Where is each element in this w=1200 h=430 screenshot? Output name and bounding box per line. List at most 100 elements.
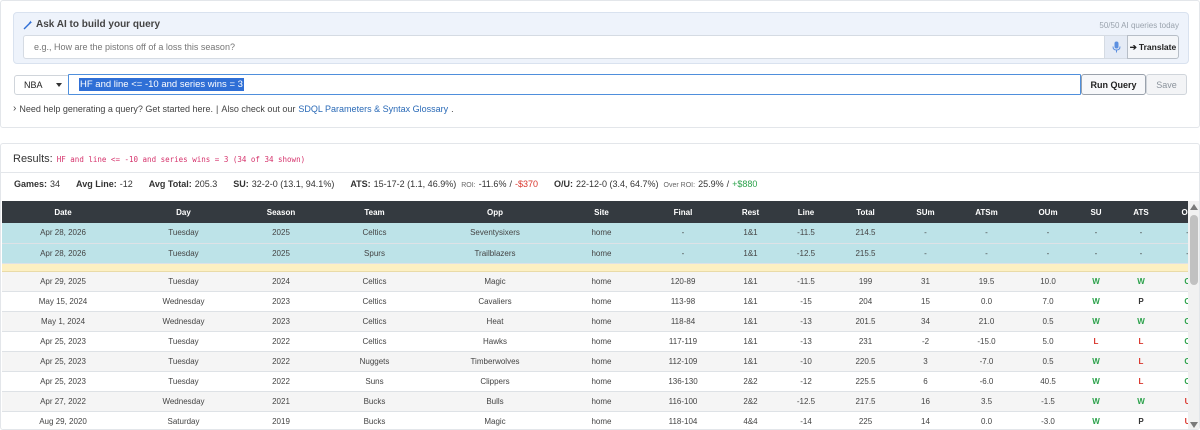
cell-team: Celtics [319, 291, 430, 312]
cell-final: 113-98 [643, 291, 723, 312]
column-header-final[interactable]: Final [643, 201, 723, 223]
summary-avg-line: Avg Line: -12 [76, 179, 133, 189]
cell-team: Bucks [319, 391, 430, 412]
league-select[interactable]: NBA [14, 75, 70, 95]
cell-atsm: 3.5 [954, 391, 1019, 412]
table-row: Apr 29, 2025 Tuesday 2024 Celtics Magic home 1… [2, 271, 1188, 292]
arrow-right-icon: ➔ [1129, 41, 1137, 52]
cell-season: 2021 [243, 391, 319, 412]
column-header-ats[interactable]: ATS [1115, 201, 1167, 223]
summary-ou-sep: / [726, 179, 730, 189]
cell-oum: 5.0 [1019, 331, 1077, 352]
cell-team: Celtics [319, 271, 430, 292]
cell-ou: O [1167, 311, 1188, 332]
save-button[interactable]: Save [1146, 74, 1187, 95]
cell-oum: 0.5 [1019, 311, 1077, 332]
cell-line: -14 [778, 411, 834, 429]
cell-su: L [1077, 331, 1115, 352]
cell-atsm: 0.0 [954, 291, 1019, 312]
cell-opp: Trailblazers [430, 243, 560, 264]
cell-su: - [1077, 223, 1115, 244]
column-header-date[interactable]: Date [2, 201, 124, 223]
microphone-button[interactable] [1105, 35, 1127, 59]
summary-ats-label: ATS: [350, 179, 371, 189]
table-body: Apr 28, 2026 Tuesday 2025 Celtics Seventysix… [2, 223, 1188, 429]
cell-su: W [1077, 371, 1115, 392]
column-header-ou[interactable]: OU [1167, 201, 1188, 223]
cell-site: home [560, 223, 643, 244]
cell-site: home [560, 271, 643, 292]
cell-team: Celtics [319, 223, 430, 244]
cell-rest: 4&4 [723, 411, 778, 429]
cell-date: Apr 25, 2023 [2, 331, 124, 352]
cell-total: 231 [834, 331, 897, 352]
cell-site: home [560, 371, 643, 392]
cell-season: 2022 [243, 331, 319, 352]
column-header-atsm[interactable]: ATSm [954, 201, 1019, 223]
column-header-oum[interactable]: OUm [1019, 201, 1077, 223]
chevron-right-icon[interactable]: › [13, 103, 16, 114]
cell-date: May 15, 2024 [2, 291, 124, 312]
column-header-total[interactable]: Total [834, 201, 897, 223]
cell-rest: 1&1 [723, 331, 778, 352]
column-header-sum[interactable]: SUm [897, 201, 954, 223]
cell-final: 112-109 [643, 351, 723, 372]
scroll-down-icon[interactable] [1190, 422, 1198, 428]
cell-sum: -2 [897, 331, 954, 352]
cell-ats: L [1115, 351, 1167, 372]
cell-date: Aug 29, 2020 [2, 411, 124, 429]
column-header-opp[interactable]: Opp [430, 201, 560, 223]
cell-day: Tuesday [124, 351, 243, 372]
cell-ou: - [1167, 243, 1188, 264]
vertical-scrollbar[interactable] [1188, 201, 1199, 429]
cell-ats: L [1115, 331, 1167, 352]
summary-su: SU: 32-2-0 (13.1, 94.1%) [233, 179, 334, 189]
translate-button[interactable]: ➔ Translate [1127, 35, 1179, 59]
cell-ats: W [1115, 391, 1167, 412]
cell-sum: 16 [897, 391, 954, 412]
translate-label: Translate [1138, 42, 1177, 52]
sdql-query-text: HF and line <= -10 and series wins = 3 [79, 78, 244, 91]
scroll-up-icon[interactable] [1190, 204, 1198, 210]
cell-oum: - [1019, 223, 1077, 244]
help-line: › Need help generating a query? Get star… [13, 103, 454, 114]
cell-oum: 10.0 [1019, 271, 1077, 292]
cell-total: 201.5 [834, 311, 897, 332]
cell-date: Apr 28, 2026 [2, 223, 124, 244]
cell-opp: Bulls [430, 391, 560, 412]
column-header-day[interactable]: Day [124, 201, 243, 223]
league-value: NBA [24, 80, 43, 90]
cell-final: 136-130 [643, 371, 723, 392]
column-header-season[interactable]: Season [243, 201, 319, 223]
cell-ou: O [1167, 291, 1188, 312]
cell-rest: 1&1 [723, 243, 778, 264]
column-header-rest[interactable]: Rest [723, 201, 778, 223]
cell-total: 217.5 [834, 391, 897, 412]
scroll-thumb[interactable] [1190, 215, 1198, 285]
glossary-link[interactable]: SDQL Parameters & Syntax Glossary [298, 104, 448, 114]
cell-rest: 1&1 [723, 351, 778, 372]
summary-avg-total-label: Avg Total: [148, 179, 192, 189]
ai-question-input[interactable] [23, 35, 1105, 59]
cell-oum: 40.5 [1019, 371, 1077, 392]
cell-line: -13 [778, 311, 834, 332]
cell-season: 2024 [243, 271, 319, 292]
cell-opp: Clippers [430, 371, 560, 392]
column-header-line[interactable]: Line [778, 201, 834, 223]
cell-line: -11.5 [778, 223, 834, 244]
help-text[interactable]: Need help generating a query? Get starte… [19, 104, 213, 114]
column-header-team[interactable]: Team [319, 201, 430, 223]
summary-ou-roi-label: Over ROI: [663, 182, 696, 189]
summary-ats-roi-label: ROI: [461, 182, 476, 189]
cell-opp: Hawks [430, 331, 560, 352]
run-query-button[interactable]: Run Query [1081, 74, 1146, 95]
summary-ats-value: 15-17-2 (1.1, 46.9%) [373, 179, 457, 189]
section-divider-cell [2, 263, 1188, 272]
column-header-su[interactable]: SU [1077, 201, 1115, 223]
cell-sum: - [897, 243, 954, 264]
column-header-site[interactable]: Site [560, 201, 643, 223]
results-table-wrapper[interactable]: Date Day Season Team Opp Site Final Rest Line Tot… [2, 201, 1188, 429]
sdql-query-input[interactable]: HF and line <= -10 and series wins = 3 [68, 74, 1081, 95]
section-divider-row [2, 263, 1188, 272]
cell-season: 2019 [243, 411, 319, 429]
